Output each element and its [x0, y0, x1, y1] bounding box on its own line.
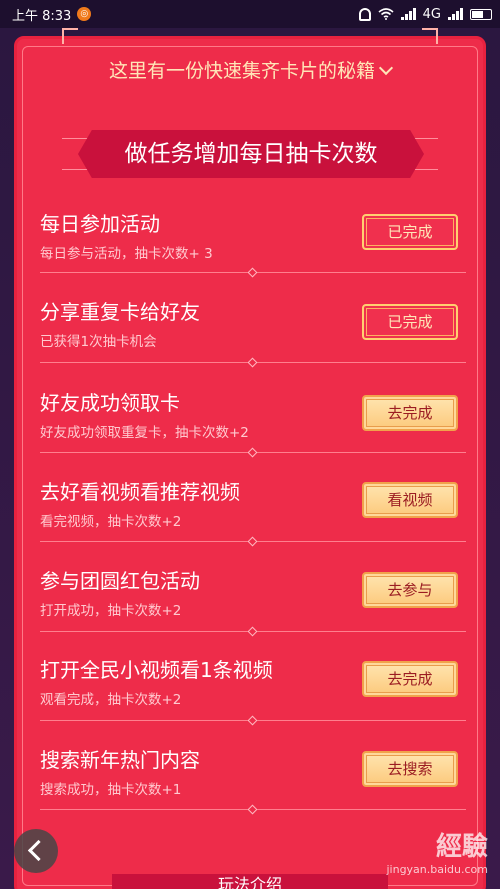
task-action-button[interactable]: 已完成 — [362, 304, 458, 340]
signal-icon — [400, 8, 416, 20]
gameplay-intro-tab[interactable]: 玩法介绍 — [112, 874, 388, 889]
section-title: 做任务增加每日抽卡次数 — [124, 141, 378, 167]
wifi-icon — [378, 8, 394, 20]
task-action-button[interactable]: 去完成 — [362, 661, 458, 697]
battery-icon — [470, 8, 492, 20]
task-action-button[interactable]: 去参与 — [362, 572, 458, 608]
status-bar: 上午 8:33 ◎ 4G — [0, 0, 500, 28]
corner-ornament-left — [62, 28, 78, 44]
task-action-button[interactable]: 去搜索 — [362, 751, 458, 787]
divider — [40, 536, 466, 547]
watermark-logo: 經驗 — [435, 832, 488, 862]
task-row: 每日参加活动 每日参与活动，抽卡次数+ 3 已完成 — [40, 212, 466, 262]
task-row: 去好看视频看推荐视频 看完视频，抽卡次数+2 看视频 — [40, 480, 466, 530]
secret-guide-link[interactable]: 这里有一份快速集齐卡片的秘籍 — [0, 56, 500, 83]
corner-ornament-right — [422, 28, 438, 44]
task-action-button[interactable]: 去完成 — [362, 395, 458, 431]
task-row: 打开全民小视频看1条视频 观看完成，抽卡次数+2 去完成 — [40, 658, 466, 708]
chevron-down-icon — [378, 60, 394, 76]
divider — [40, 715, 466, 726]
task-row: 分享重复卡给好友 已获得1次抽卡机会 已完成 — [40, 300, 466, 350]
back-arrow-icon[interactable] — [14, 829, 58, 873]
task-action-button[interactable]: 已完成 — [362, 214, 458, 250]
task-row: 好友成功领取卡 好友成功领取重复卡，抽卡次数+2 去完成 — [40, 391, 466, 441]
task-action-button[interactable]: 看视频 — [362, 482, 458, 518]
divider — [40, 626, 466, 637]
divider — [40, 357, 466, 368]
network-type: 4G — [422, 6, 441, 22]
divider — [40, 267, 466, 278]
watermark-url: jingyan.baidu.com — [386, 863, 488, 876]
divider — [40, 804, 466, 815]
bell-icon — [358, 7, 371, 21]
status-time: 上午 8:33 — [12, 8, 72, 24]
task-row: 搜索新年热门内容 搜索成功，抽卡次数+1 去搜索 — [40, 748, 466, 798]
task-row: 参与团圆红包活动 打开成功，抽卡次数+2 去参与 — [40, 569, 466, 619]
divider — [40, 447, 466, 458]
watermark: 經驗 jingyan.baidu.com — [386, 826, 488, 876]
secret-guide-label: 这里有一份快速集齐卡片的秘籍 — [108, 60, 375, 82]
signal-icon-2 — [448, 8, 463, 20]
app-notification-icon: ◎ — [77, 7, 92, 21]
